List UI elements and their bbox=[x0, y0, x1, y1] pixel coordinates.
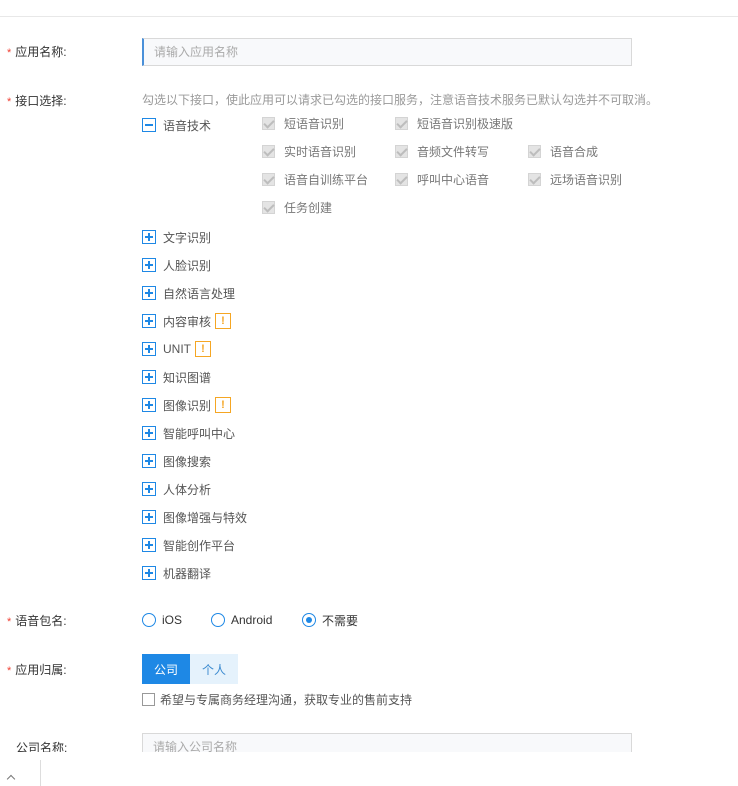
expand-icon[interactable] bbox=[142, 342, 156, 356]
group-unit[interactable]: UNIT! bbox=[142, 339, 211, 359]
checked-disabled-icon bbox=[395, 144, 408, 158]
app-name-input[interactable] bbox=[142, 38, 632, 66]
expand-icon[interactable] bbox=[142, 230, 156, 244]
group-face[interactable]: 人脸识别 bbox=[142, 255, 211, 275]
group-image-search[interactable]: 图像搜索 bbox=[142, 451, 211, 471]
checked-disabled-icon bbox=[528, 144, 541, 158]
api-select-hint: 勾选以下接口，使此应用可以请求已勾选的接口服务，注意语音技术服务已默认勾选并不可… bbox=[142, 93, 659, 107]
expand-icon[interactable] bbox=[142, 370, 156, 384]
warning-icon[interactable]: ! bbox=[195, 341, 211, 357]
app-owner-segmented: 公司 个人 bbox=[142, 654, 238, 684]
package-name-label: * 语音包名: bbox=[7, 614, 67, 628]
app-name-label: * 应用名称: bbox=[7, 45, 67, 59]
group-ocr[interactable]: 文字识别 bbox=[142, 227, 211, 247]
app-owner-label: * 应用归属: bbox=[7, 663, 67, 677]
radio-on-icon bbox=[302, 613, 316, 627]
api-select-label: * 接口选择: bbox=[7, 94, 67, 108]
owner-company-button[interactable]: 公司 bbox=[142, 654, 190, 684]
warning-icon[interactable]: ! bbox=[215, 397, 232, 413]
radio-not-needed[interactable]: 不需要 bbox=[302, 610, 358, 630]
top-divider bbox=[0, 16, 738, 17]
group-creation-platform[interactable]: 智能创作平台 bbox=[142, 535, 235, 555]
expand-icon[interactable] bbox=[142, 454, 156, 468]
checked-disabled-icon bbox=[262, 200, 275, 214]
checked-disabled-icon bbox=[395, 172, 408, 186]
checkbox-icon[interactable] bbox=[142, 692, 155, 706]
toolbar-divider bbox=[40, 760, 41, 786]
group-body-analysis[interactable]: 人体分析 bbox=[142, 479, 211, 499]
expand-icon[interactable] bbox=[142, 314, 156, 328]
api-checkbox-tts: 语音合成 bbox=[528, 142, 598, 160]
warning-icon[interactable]: ! bbox=[215, 313, 232, 329]
api-checkbox-self-training: 语音自训练平台 bbox=[262, 170, 368, 188]
api-checkbox-realtime-asr: 实时语音识别 bbox=[262, 142, 356, 160]
expand-icon[interactable] bbox=[142, 538, 156, 552]
expand-icon[interactable] bbox=[142, 566, 156, 580]
radio-off-icon bbox=[142, 613, 156, 627]
bottom-toolbar bbox=[0, 752, 738, 786]
collapse-icon[interactable] bbox=[142, 118, 156, 132]
expand-icon[interactable] bbox=[142, 426, 156, 440]
expand-icon[interactable] bbox=[142, 398, 156, 412]
group-content-audit[interactable]: 内容审核! bbox=[142, 311, 232, 331]
api-checkbox-far-field-asr: 远场语音识别 bbox=[528, 170, 622, 188]
checked-disabled-icon bbox=[262, 172, 275, 186]
expand-icon[interactable] bbox=[142, 286, 156, 300]
radio-ios[interactable]: iOS bbox=[142, 610, 182, 630]
radio-off-icon bbox=[211, 613, 225, 627]
group-machine-translation[interactable]: 机器翻译 bbox=[142, 563, 211, 583]
group-knowledge-graph[interactable]: 知识图谱 bbox=[142, 367, 211, 387]
api-checkbox-audio-transcribe: 音频文件转写 bbox=[395, 142, 489, 160]
api-checkbox-task-create: 任务创建 bbox=[262, 198, 332, 216]
checked-disabled-icon bbox=[395, 116, 408, 130]
group-nlp[interactable]: 自然语言处理 bbox=[142, 283, 235, 303]
checked-disabled-icon bbox=[528, 172, 541, 186]
radio-android[interactable]: Android bbox=[211, 610, 272, 630]
group-label: 语音技术 bbox=[163, 118, 212, 133]
api-checkbox-call-center-speech: 呼叫中心语音 bbox=[395, 170, 489, 188]
owner-personal-button[interactable]: 个人 bbox=[190, 654, 238, 684]
expand-icon[interactable] bbox=[142, 510, 156, 524]
group-image-recognition[interactable]: 图像识别! bbox=[142, 395, 232, 415]
api-checkbox-short-asr: 短语音识别 bbox=[262, 114, 344, 132]
checked-disabled-icon bbox=[262, 144, 275, 158]
api-checkbox-short-asr-fast: 短语音识别极速版 bbox=[395, 114, 513, 132]
group-smart-call-center[interactable]: 智能呼叫中心 bbox=[142, 423, 235, 443]
group-speech-tech: 语音技术 bbox=[142, 115, 211, 135]
expand-icon[interactable] bbox=[142, 482, 156, 496]
group-image-enhance[interactable]: 图像增强与特效 bbox=[142, 507, 247, 527]
checked-disabled-icon bbox=[262, 116, 275, 130]
expand-icon[interactable] bbox=[142, 258, 156, 272]
consult-checkbox[interactable]: 希望与专属商务经理沟通，获取专业的售前支持 bbox=[142, 690, 412, 708]
